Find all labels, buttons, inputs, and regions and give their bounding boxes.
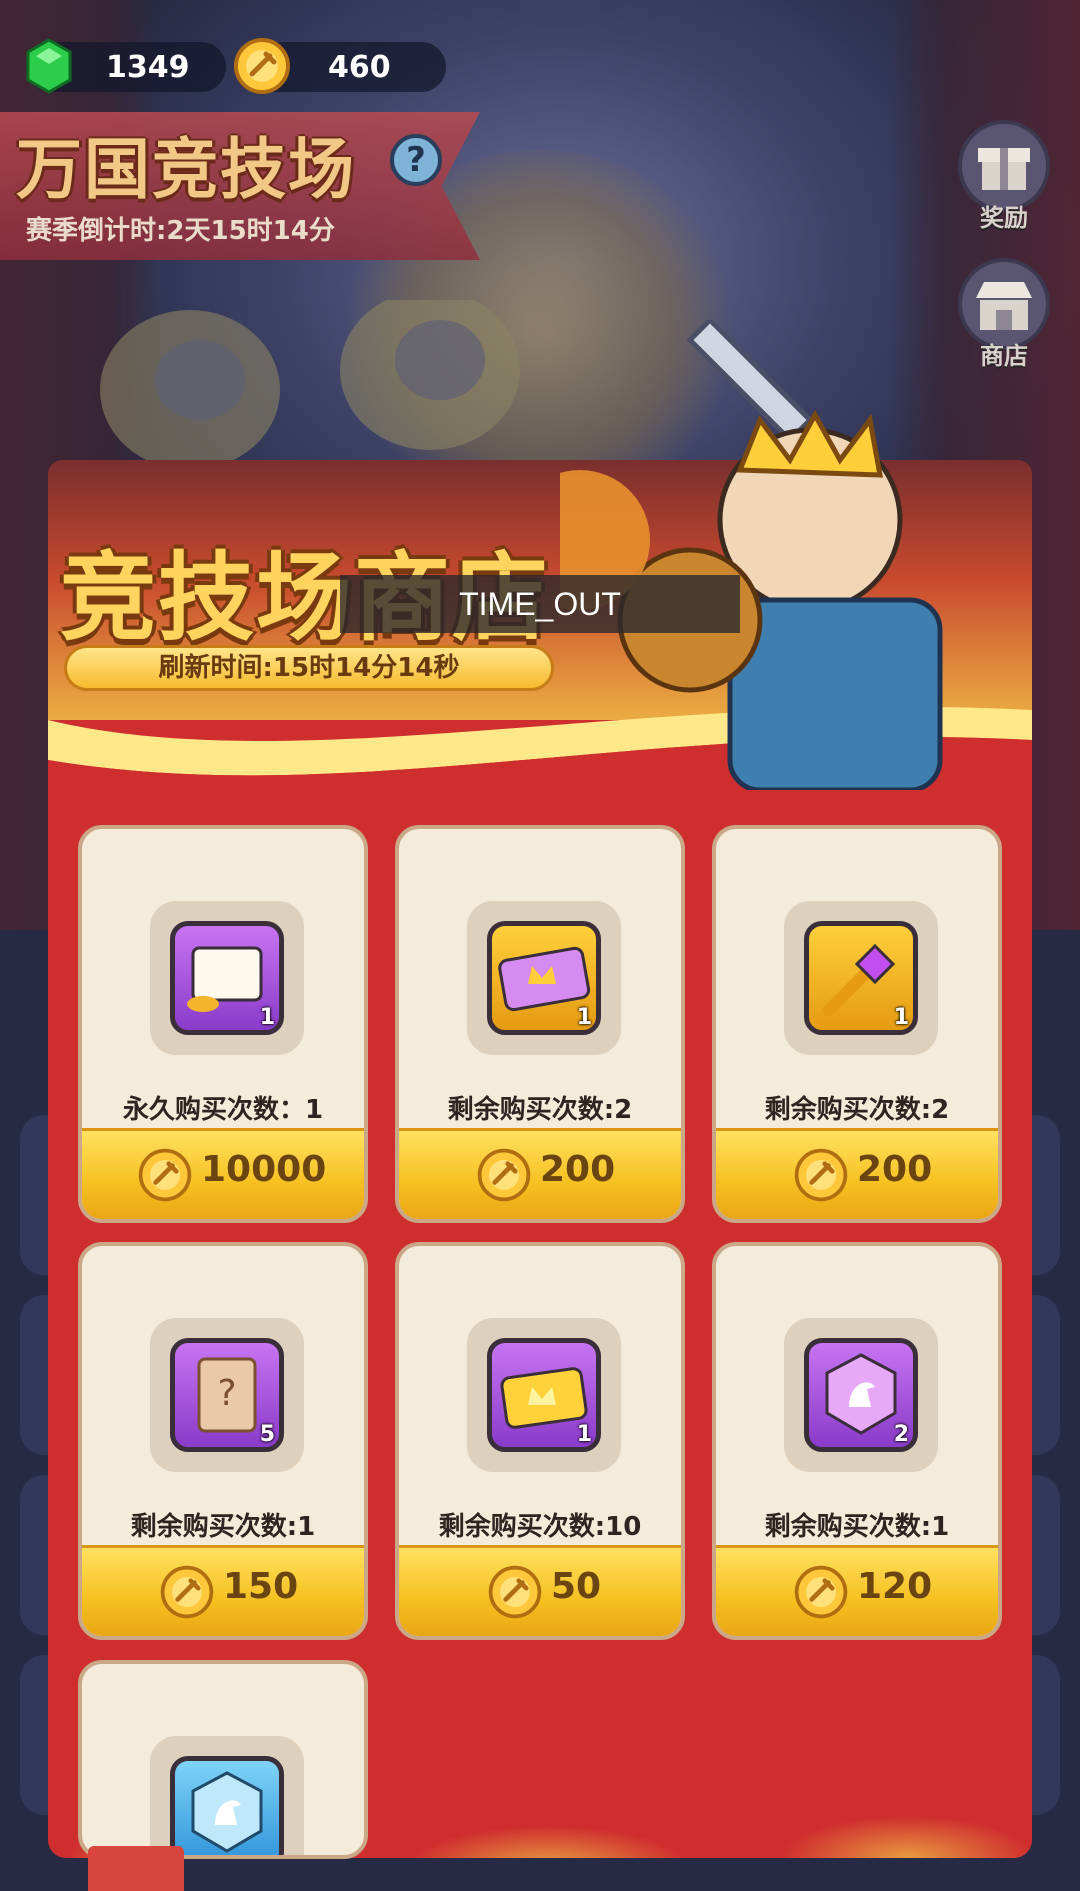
mystery-scroll-icon: ? 5 (170, 1338, 284, 1452)
buy-button[interactable]: 150 (82, 1545, 364, 1636)
item-price: 150 (223, 1566, 299, 1607)
bottom-tab-button[interactable] (88, 1846, 184, 1891)
help-button[interactable]: ? (390, 134, 442, 186)
arena-title: 万国竞技场 (16, 131, 356, 208)
arena-coin-icon (791, 1562, 851, 1622)
item-price: 50 (551, 1566, 602, 1607)
item-price: 120 (857, 1566, 933, 1607)
refresh-timer: 刷新时间:15时14分14秒 (64, 645, 554, 691)
arena-coin-icon (157, 1562, 217, 1622)
purchase-limit: 剩余购买次数:1 (130, 1512, 316, 1542)
buy-button[interactable]: 10000 (82, 1128, 364, 1219)
gem-counter[interactable]: 1349 (26, 38, 226, 94)
shop-item-card[interactable]: 2 剩余购买次数:1 120 (712, 1242, 1002, 1640)
rewards-button[interactable]: 奖励 (954, 120, 1054, 233)
timeout-overlay: TIME_OUT (340, 575, 740, 633)
arena-coin-counter[interactable]: 460 (234, 38, 446, 94)
gem-count: 1349 (106, 49, 190, 85)
item-quantity: 5 (259, 1422, 275, 1447)
buy-button[interactable]: 50 (399, 1545, 681, 1636)
blue-horse-badge-icon (170, 1756, 284, 1855)
coin-count: 460 (328, 49, 391, 85)
item-price: 200 (857, 1149, 933, 1190)
crown-ticket-icon: 1 (487, 921, 601, 1035)
green-gem-icon (26, 38, 72, 94)
purchase-limit: 剩余购买次数:2 (764, 1095, 950, 1125)
horse-badge-icon: 2 (804, 1338, 918, 1452)
item-quantity: 1 (576, 1422, 592, 1447)
season-countdown: 赛季倒计时:2天15时14分 (26, 216, 335, 246)
shop-item-card[interactable]: 1 剩余购买次数:10 50 (395, 1242, 685, 1640)
item-icon-frame: 1 (467, 901, 621, 1055)
arena-coin-icon (474, 1145, 534, 1205)
item-icon-frame: 2 (784, 1318, 938, 1472)
buy-button[interactable]: 120 (716, 1545, 998, 1636)
purchase-limit: 剩余购买次数:2 (447, 1095, 633, 1125)
item-quantity: 2 (893, 1422, 909, 1447)
scepter-icon: 1 (804, 921, 918, 1035)
shop-item-card[interactable] (78, 1660, 368, 1859)
shop-item-card[interactable]: 1 剩余购买次数:2 200 (712, 825, 1002, 1223)
king-hero-illustration (560, 320, 943, 790)
shop-item-card[interactable]: 1 剩余购买次数:2 200 (395, 825, 685, 1223)
item-icon-frame: 1 (467, 1318, 621, 1472)
purchase-limit: 剩余购买次数:10 (438, 1512, 642, 1542)
arena-coin-icon (234, 38, 290, 94)
item-quantity: 1 (259, 1005, 275, 1030)
item-price: 200 (540, 1149, 616, 1190)
item-icon-frame: 1 (150, 901, 304, 1055)
arena-coin-icon (485, 1562, 545, 1622)
item-icon-frame: 1 (784, 901, 938, 1055)
buy-button[interactable]: 200 (399, 1128, 681, 1219)
buy-button[interactable]: 200 (716, 1128, 998, 1219)
purchase-limit: 永久购买次数：1 (122, 1095, 324, 1125)
item-quantity: 1 (893, 1005, 909, 1030)
item-quantity: 1 (576, 1005, 592, 1030)
item-icon-frame: ? 5 (150, 1318, 304, 1472)
purchase-limit: 剩余购买次数:1 (764, 1512, 950, 1542)
arena-coin-icon (791, 1145, 851, 1205)
arena-coin-icon (135, 1145, 195, 1205)
frame-icon: 1 (170, 921, 284, 1035)
item-icon-frame (150, 1736, 304, 1855)
shop-item-card[interactable]: 1 永久购买次数：1 10000 (78, 825, 368, 1223)
item-price: 10000 (201, 1149, 327, 1190)
svg-text:?: ? (217, 1373, 236, 1414)
gold-ticket-icon: 1 (487, 1338, 601, 1452)
shop-item-card[interactable]: ? 5 剩余购买次数:1 150 (78, 1242, 368, 1640)
